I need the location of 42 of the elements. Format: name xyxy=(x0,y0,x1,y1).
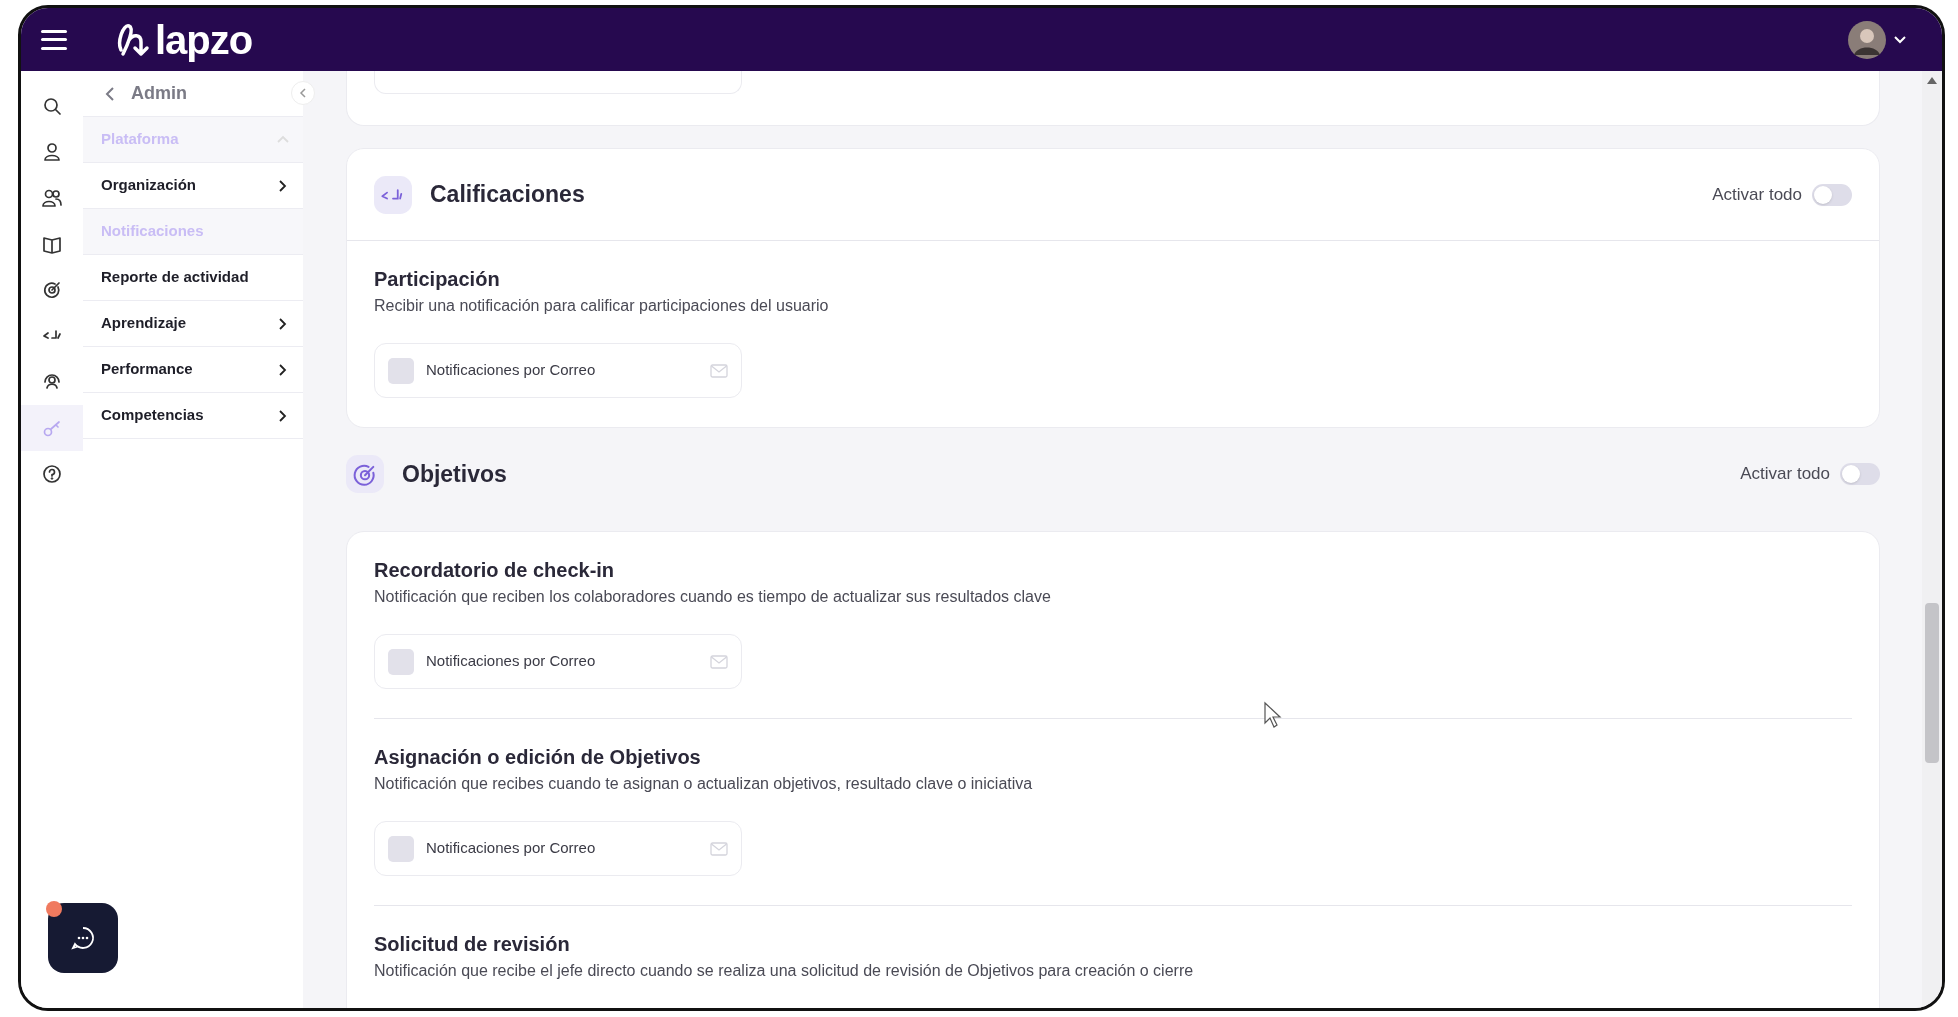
toggle-switch[interactable] xyxy=(1812,183,1852,206)
mail-icon xyxy=(710,841,728,856)
mail-icon xyxy=(710,363,728,378)
scrollbar[interactable] xyxy=(1922,71,1942,1008)
chevron-right-icon xyxy=(277,363,289,376)
chevron-right-icon xyxy=(277,317,289,330)
email-option[interactable]: Notificaciones por Correo xyxy=(374,634,742,689)
checkbox[interactable] xyxy=(388,648,414,675)
chevron-right-icon xyxy=(277,179,289,192)
scrollbar-thumb[interactable] xyxy=(1925,603,1939,763)
avatar[interactable] xyxy=(1848,20,1886,59)
chevron-right-icon xyxy=(277,409,289,422)
section-icon xyxy=(346,455,384,493)
notification-description: Notificación que reciben los colaboradores cuando es tiempo de actualizar sus resultados clave xyxy=(374,587,1051,607)
chevron-left-icon xyxy=(105,85,115,102)
notification-description: Notificación que recibes cuando te asignan o actualizan objetivos, resultado clave o iniciativa xyxy=(374,774,1033,794)
email-option[interactable]: Notificaciones por Correo xyxy=(374,821,742,876)
back-button[interactable]: Admin xyxy=(105,80,187,107)
chevron-left-icon xyxy=(299,88,307,98)
mail-icon xyxy=(710,654,728,669)
toggle-label: Activar todo xyxy=(1712,183,1802,206)
checkbox[interactable] xyxy=(388,835,414,862)
scroll-up-icon[interactable] xyxy=(1927,77,1937,84)
notification-title: Solicitud de revisión xyxy=(374,932,570,957)
toggle-label: Activar todo xyxy=(1740,463,1830,486)
chevron-down-icon[interactable] xyxy=(1894,35,1906,44)
cursor-icon xyxy=(1263,701,1283,729)
notification-title: Recordatorio de check-in xyxy=(374,558,615,583)
menu-icon[interactable] xyxy=(41,29,67,50)
section-title: Calificaciones xyxy=(430,180,585,210)
logo-text: lapzo xyxy=(155,19,253,60)
chat-icon xyxy=(70,925,96,951)
chat-button[interactable] xyxy=(48,903,118,973)
notification-description: Notificación que recibe el jefe directo cuando se realiza una solicitud de revisión de Objetivos para creación o cierre xyxy=(374,961,1194,981)
notification-title: Participación xyxy=(374,267,500,292)
section-icon xyxy=(374,175,412,214)
toggle-switch[interactable] xyxy=(1840,463,1880,485)
section-title: Objetivos xyxy=(402,459,507,489)
notification-description: Recibir una notificación para calificar participaciones del usuario xyxy=(374,296,829,316)
checkbox[interactable] xyxy=(388,357,414,384)
notification-title: Asignación o edición de Objetivos xyxy=(374,745,701,770)
email-option[interactable]: Notificaciones por Correo xyxy=(374,343,742,398)
